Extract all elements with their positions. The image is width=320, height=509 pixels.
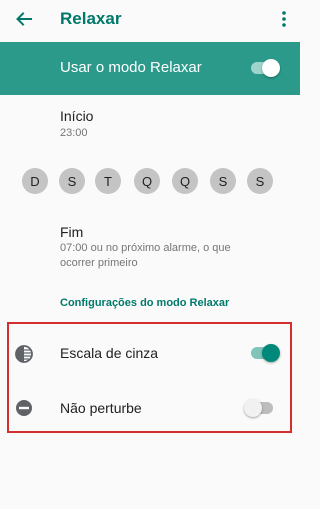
end-title: Fim: [60, 224, 84, 240]
more-options-button[interactable]: [274, 7, 294, 35]
back-button[interactable]: [8, 6, 40, 36]
page-title: Relaxar: [60, 9, 122, 28]
start-value: 23:00: [60, 127, 88, 139]
day-friday[interactable]: S: [210, 168, 236, 194]
grayscale-icon: [14, 344, 34, 364]
master-switch-label: Usar o modo Relaxar: [60, 59, 202, 76]
grayscale-label: Escala de cinza: [60, 345, 159, 361]
day-tuesday[interactable]: T: [95, 168, 121, 194]
day-monday[interactable]: S: [59, 168, 85, 194]
day-sunday[interactable]: D: [22, 168, 48, 194]
day-saturday[interactable]: S: [247, 168, 273, 194]
master-toggle[interactable]: [250, 58, 280, 78]
arrow-back-icon: [15, 10, 33, 33]
do-not-disturb-toggle[interactable]: [244, 398, 274, 418]
master-switch-bar[interactable]: Usar o modo Relaxar: [0, 42, 300, 95]
relax-settings-link[interactable]: Configurações do modo Relaxar: [60, 297, 229, 309]
do-not-disturb-icon: [14, 398, 34, 418]
start-title: Início: [60, 108, 94, 124]
end-value: 07:00 ou no próximo alarme, o que ocorre…: [60, 242, 231, 269]
day-wednesday[interactable]: Q: [134, 168, 160, 194]
day-selector: D S T Q Q S S: [18, 168, 288, 196]
grayscale-toggle[interactable]: [250, 343, 280, 363]
day-thursday[interactable]: Q: [172, 168, 198, 194]
more-vert-icon: [281, 10, 287, 33]
app-bar: Relaxar: [0, 0, 300, 42]
do-not-disturb-label: Não perturbe: [60, 400, 142, 416]
